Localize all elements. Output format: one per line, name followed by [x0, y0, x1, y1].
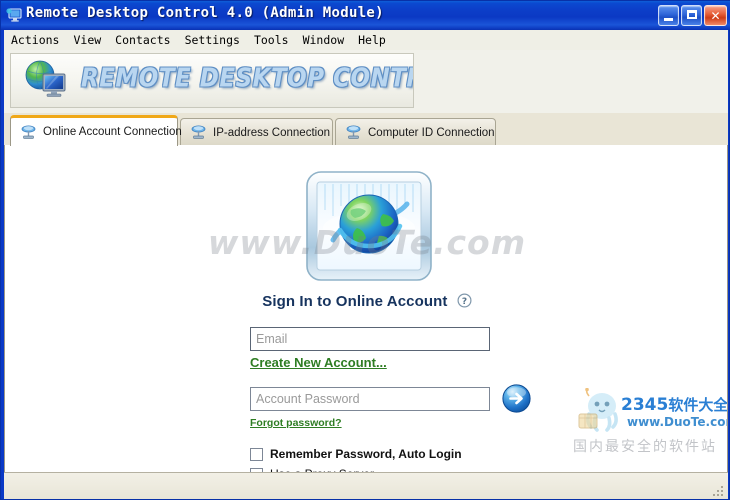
network-connection-icon: [345, 125, 362, 140]
monitor-icon: [6, 7, 23, 23]
close-button[interactable]: ✕: [704, 5, 727, 26]
application-window: Remote Desktop Control 4.0 (Admin Module…: [0, 0, 730, 500]
tab-computer-id-connection[interactable]: Computer ID Connection: [335, 118, 496, 146]
tab-strip: Online Account Connection IP-address Con…: [4, 113, 728, 147]
watermark-slogan: 国内最安全的软件站: [573, 438, 717, 454]
password-row: [250, 384, 531, 413]
create-new-account-link[interactable]: Create New Account...: [250, 355, 387, 370]
menu-item-window[interactable]: Window: [296, 31, 352, 50]
forgot-password-link[interactable]: Forgot password?: [250, 417, 342, 429]
svg-text:?: ?: [462, 297, 467, 307]
window-controls: ✕: [658, 5, 727, 26]
watermark-brand: 2345软件大全: [621, 394, 728, 415]
globe-monitor-icon: [23, 58, 71, 104]
status-bar: [4, 472, 728, 499]
tab-label: IP-address Connection: [213, 126, 330, 139]
minimize-icon: [664, 18, 673, 21]
remember-password-label: Remember Password, Auto Login: [270, 447, 462, 461]
question-mark-help-icon[interactable]: ?: [457, 293, 472, 308]
watermark-brand-num: 2345: [621, 395, 669, 415]
site-watermark: 2345软件大全 www.DuoTe.com 国内最安全的软件站: [571, 387, 727, 466]
menu-item-help[interactable]: Help: [351, 31, 393, 50]
options-group: Remember Password, Auto Login Use a Prox…: [250, 447, 531, 472]
close-icon: ✕: [710, 8, 721, 23]
menu-item-settings[interactable]: Settings: [178, 31, 247, 50]
octopus-mascot-icon: [575, 387, 627, 441]
watermark-url: www.DuoTe.com: [627, 415, 728, 429]
menu-item-tools[interactable]: Tools: [247, 31, 296, 50]
signin-form: Create New Account...: [250, 327, 531, 472]
email-field[interactable]: [250, 327, 490, 351]
tab-content-panel: www.DuoTe.com Sign In to Online Account …: [4, 145, 728, 472]
banner-title: REMOTE DESKTOP CONTROL: [81, 64, 413, 94]
menu-item-actions[interactable]: Actions: [4, 31, 66, 50]
tab-label: Online Account Connection: [43, 126, 182, 138]
menu-bar: Actions View Contacts Settings Tools Win…: [4, 30, 728, 51]
network-connection-icon: [190, 125, 207, 140]
network-connection-icon: [20, 125, 37, 140]
title-bar: Remote Desktop Control 4.0 (Admin Module…: [1, 1, 730, 30]
product-banner: REMOTE DESKTOP CONTROL: [10, 53, 414, 108]
watermark-brand-cn: 软件大全: [668, 396, 728, 414]
maximize-button[interactable]: [681, 5, 702, 26]
globe-monitor-screen-icon: [305, 170, 433, 282]
resize-grip-icon[interactable]: [712, 484, 724, 496]
page-title-label: Sign In to Online Account: [262, 293, 448, 310]
password-field[interactable]: [250, 386, 490, 411]
minimize-button[interactable]: [658, 5, 679, 26]
remember-password-row: Remember Password, Auto Login: [250, 447, 531, 461]
tab-online-account-connection[interactable]: Online Account Connection: [10, 115, 182, 146]
tab-ip-address-connection[interactable]: IP-address Connection: [180, 118, 333, 146]
remember-password-checkbox[interactable]: [250, 447, 263, 461]
page-title: Sign In to Online Account ?: [5, 293, 727, 310]
window-title: Remote Desktop Control 4.0 (Admin Module…: [26, 5, 384, 21]
banner-strip: REMOTE DESKTOP CONTROL: [4, 50, 728, 113]
menu-item-view[interactable]: View: [66, 31, 108, 50]
tab-label: Computer ID Connection: [368, 126, 495, 139]
arrow-right-circle-icon[interactable]: [502, 384, 531, 413]
maximize-icon: [687, 10, 697, 19]
menu-item-contacts[interactable]: Contacts: [108, 31, 177, 50]
